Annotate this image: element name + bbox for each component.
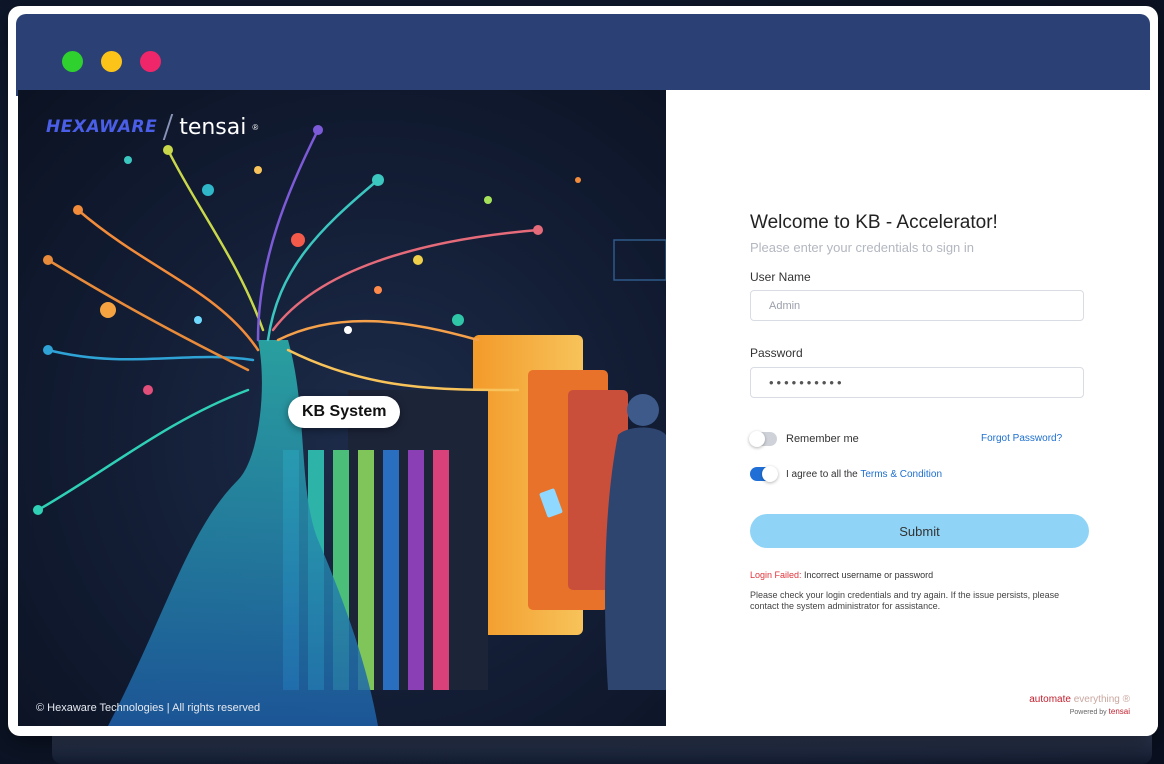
brand-hexaware: HEXAWARE (46, 117, 158, 137)
forgot-password-link[interactable]: Forgot Password? (981, 433, 1062, 444)
password-input[interactable]: •••••••••• (750, 367, 1084, 398)
copyright-text: © Hexaware Technologies | All rights res… (36, 702, 261, 714)
brand-tensai: tensai (179, 114, 247, 140)
footer-tagline-a: automate (1029, 694, 1071, 705)
remember-me-label: Remember me (786, 433, 859, 445)
error-title: Login Failed: (750, 570, 802, 580)
window-dot-red[interactable] (140, 51, 161, 72)
agree-terms-label: I agree to all the Terms & Condition (786, 469, 942, 480)
window-dot-green[interactable] (62, 51, 83, 72)
username-input[interactable]: Admin (750, 290, 1084, 321)
footer-powered-by: Powered by (1069, 709, 1109, 716)
submit-button[interactable]: Submit (750, 514, 1089, 548)
footer-tagline-b: everything ® (1070, 694, 1130, 705)
remember-me-toggle[interactable] (749, 431, 777, 447)
login-panel: Welcome to KB - Accelerator! Please ente… (666, 90, 1158, 736)
error-help-text: Please check your login credentials and … (750, 590, 1060, 611)
toggle-knob (749, 431, 765, 447)
password-label: Password (750, 346, 803, 360)
agree-terms-toggle[interactable] (750, 466, 778, 482)
toggle-knob (762, 466, 778, 482)
agree-prefix: I agree to all the (786, 469, 861, 480)
window-dot-yellow[interactable] (101, 51, 122, 72)
login-error: Login Failed: Incorrect username or pass… (750, 570, 933, 580)
footer-brand: automate everything ® Powered by tensai (1029, 694, 1130, 716)
window-shadow (52, 735, 1152, 764)
kb-system-pill: KB System (288, 396, 401, 428)
app-window: HEXAWARE tensai ® KB System © Hexaware Te… (8, 6, 1158, 736)
brand-reg: ® (252, 122, 259, 132)
brand-divider (162, 114, 174, 140)
window-titlebar (16, 14, 1150, 96)
brand-logo: HEXAWARE tensai ® (46, 114, 258, 140)
page-title: Welcome to KB - Accelerator! (750, 212, 998, 233)
hero-illustration: HEXAWARE tensai ® KB System © Hexaware Te… (18, 90, 666, 726)
footer-powered-brand: tensai (1108, 707, 1130, 716)
error-message: Incorrect username or password (801, 570, 934, 580)
terms-link[interactable]: Terms & Condition (860, 469, 942, 480)
page-subtitle: Please enter your credentials to sign in (750, 240, 975, 255)
username-label: User Name (750, 270, 811, 284)
